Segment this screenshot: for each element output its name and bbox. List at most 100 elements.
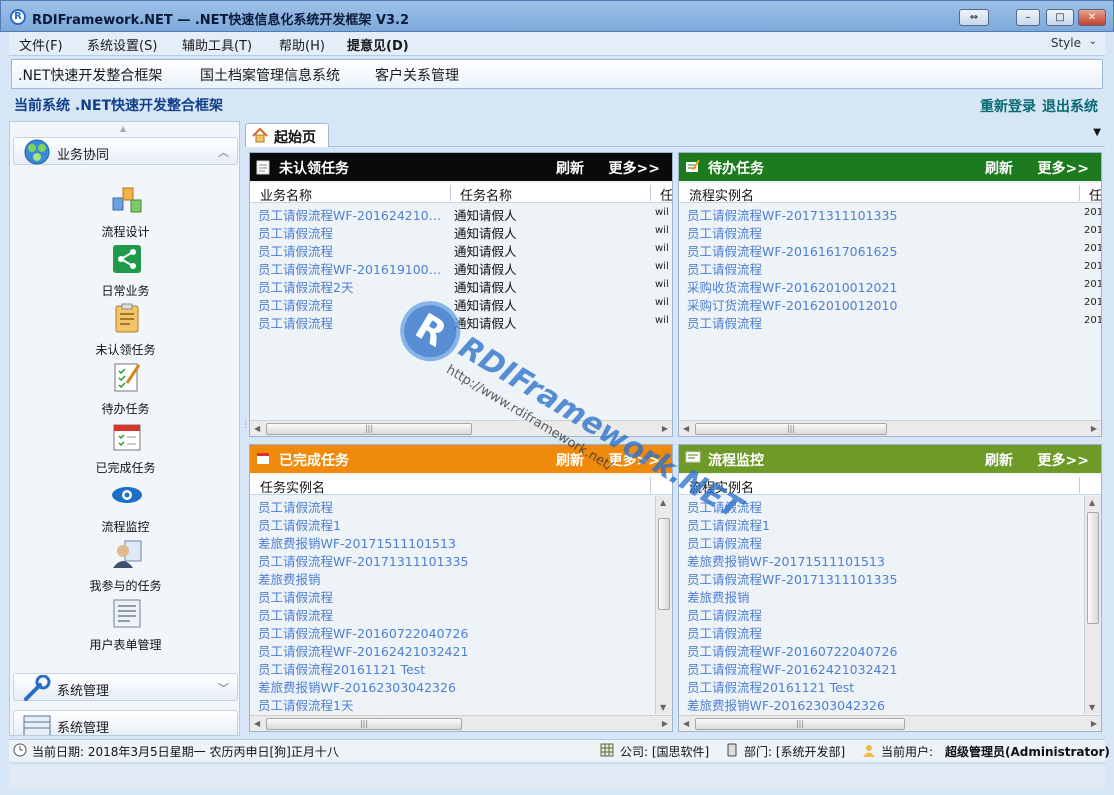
more-link[interactable]: 更多>> — [1038, 450, 1089, 470]
sidebar-item-todo-tasks[interactable]: 待办任务 — [13, 361, 238, 420]
sidebar-item-process-monitor[interactable]: 流程监控 — [13, 479, 238, 538]
table-row[interactable]: 员工请假流程 — [250, 496, 672, 515]
table-row[interactable]: 员工请假流程 — [679, 622, 1101, 641]
table-row[interactable]: 员工请假流程 201 — [679, 258, 1101, 277]
system-item-crm[interactable]: 客户关系管理 — [375, 65, 459, 85]
table-row[interactable]: 员工请假流程 通知请假人 wil — [250, 312, 672, 332]
horizontal-scrollbar[interactable]: ◀ ||| ▶ — [679, 420, 1101, 436]
sidebar-group-collaboration[interactable]: 业务协同 ︿ — [13, 137, 238, 165]
table-row[interactable]: 员工请假流程WF-20162421032421 — [679, 658, 1101, 677]
table-row[interactable]: 差旅费报销WF-20171511101513 — [679, 550, 1101, 569]
tab-list-dropdown-icon[interactable]: ▼ — [1093, 127, 1101, 138]
horizontal-scrollbar[interactable]: ◀ ||| ▶ — [250, 420, 672, 436]
table-row[interactable]: 员工请假流程 — [250, 586, 672, 605]
table-row[interactable]: 员工请假流程1 — [250, 514, 672, 533]
menu-tools[interactable]: 辅助工具(T) — [182, 35, 252, 54]
sidebar-group-system-management-2[interactable]: 系统管理 — [13, 710, 238, 735]
row-instance-name[interactable]: 员工请假流程 — [687, 313, 1077, 332]
menu-file[interactable]: 文件(F) — [19, 35, 63, 54]
home-icon — [252, 127, 268, 147]
column-header[interactable]: 任务实例名 — [260, 477, 325, 496]
table-row[interactable]: 员工请假流程1天 — [250, 694, 672, 714]
table-row[interactable]: 差旅费报销WF-20162303042326 — [250, 676, 672, 695]
refresh-button[interactable]: 刷新 — [985, 450, 1013, 470]
table-row[interactable]: 采购订货流程WF-20162010012010 201 — [679, 294, 1101, 313]
sidebar-item-daily-business[interactable]: 日常业务 — [13, 243, 238, 302]
restore-layout-button[interactable]: ⇔ — [959, 9, 989, 26]
more-link[interactable]: 更多>> — [609, 450, 660, 470]
menu-help[interactable]: 帮助(H) — [279, 35, 325, 54]
table-row[interactable]: 差旅费报销WF-20171511101513 — [250, 532, 672, 551]
refresh-button[interactable]: 刷新 — [556, 450, 584, 470]
table-row[interactable]: 员工请假流程 通知请假人 wil — [250, 240, 672, 259]
refresh-button[interactable]: 刷新 — [556, 158, 584, 178]
menu-system-settings[interactable]: 系统设置(S) — [87, 35, 157, 54]
sidebar-item-workflow-design[interactable]: 流程设计 — [13, 184, 238, 243]
table-row[interactable]: 员工请假流程WF-20162421032421 — [250, 640, 672, 659]
table-row[interactable]: 员工请假流程 通知请假人 wil — [250, 222, 672, 241]
table-row[interactable]: 员工请假流程 201 — [679, 312, 1101, 332]
sidebar-item-unclaimed-tasks[interactable]: 未认领任务 — [13, 302, 238, 361]
column-header[interactable]: 业务名称 — [260, 185, 312, 204]
table-body: 员工请假流程 员工请假流程1 员工请假流程 差旅费报销WF-2017151110151… — [679, 496, 1101, 714]
row-instance-name[interactable]: 员工请假流程1天 — [258, 695, 648, 714]
horizontal-scrollbar[interactable]: ◀ ||| ▶ — [679, 715, 1101, 731]
column-header[interactable]: 流程实例名 — [689, 185, 754, 204]
table-row[interactable]: 员工请假流程 — [679, 532, 1101, 551]
table-row[interactable]: 采购收货流程WF-20162010012021 201 — [679, 276, 1101, 295]
tab-home[interactable]: 起始页 — [245, 123, 329, 147]
table-row[interactable]: 员工请假流程 201 — [679, 222, 1101, 241]
row-instance-name[interactable]: 差旅费报销WF-20162303042326 — [687, 695, 1077, 714]
logout-link[interactable]: 退出系统 — [1042, 99, 1098, 115]
sidebar-item-my-participated-tasks[interactable]: 我参与的任务 — [13, 538, 238, 597]
table-row[interactable]: 员工请假流程WF-20171311101335 — [679, 568, 1101, 587]
table-row[interactable]: 差旅费报销WF-20162303042326 — [679, 694, 1101, 714]
sidebar-group-system-management[interactable]: 系统管理 ﹀ — [13, 673, 238, 701]
building-icon — [600, 743, 614, 760]
table-row[interactable]: 员工请假流程2天 通知请假人 wil — [250, 276, 672, 295]
sidebar-scroll-up-icon[interactable]: ▲ — [120, 124, 126, 133]
vertical-scrollbar[interactable]: ▲ ▼ — [655, 496, 672, 714]
relogin-link[interactable]: 重新登录 — [980, 99, 1036, 115]
menu-feedback[interactable]: 提意见(D) — [347, 35, 409, 54]
maximize-button[interactable]: □ — [1046, 9, 1074, 26]
table-row[interactable]: 员工请假流程WF-20160722040726 — [250, 622, 672, 641]
column-header[interactable]: 任务名称 — [460, 185, 512, 204]
column-header[interactable]: 流程实例名 — [689, 477, 754, 496]
sidebar-splitter-handle[interactable]: ⋮ — [241, 420, 250, 430]
refresh-button[interactable]: 刷新 — [985, 158, 1013, 178]
close-button[interactable]: ✕ — [1078, 9, 1106, 26]
column-header[interactable]: 任 — [660, 185, 672, 204]
vertical-scrollbar[interactable]: ▲ ▼ — [1084, 496, 1101, 714]
sidebar-item-user-form-management[interactable]: 用户表单管理 — [13, 597, 238, 656]
table-row[interactable]: 员工请假流程 — [679, 604, 1101, 623]
table-row[interactable]: 员工请假流程20161121 Test — [250, 658, 672, 677]
sidebar-item-label: 流程监控 — [101, 520, 150, 534]
column-header[interactable]: 任 — [1089, 185, 1101, 204]
chevron-down-icon[interactable]: ⌄ — [1089, 36, 1097, 47]
table-row[interactable]: 员工请假流程 通知请假人 wil — [250, 294, 672, 313]
table-row[interactable]: 员工请假流程WF-20171311101335 201 — [679, 204, 1101, 223]
table-row[interactable]: 员工请假流程WF-20161617061625 201 — [679, 240, 1101, 259]
minimize-button[interactable]: – — [1016, 9, 1040, 26]
sidebar-item-completed-tasks[interactable]: 已完成任务 — [13, 420, 238, 479]
table-row[interactable]: 员工请假流程WF-20171311101335 — [250, 550, 672, 569]
system-item-land-archive[interactable]: 国土档案管理信息系统 — [200, 65, 340, 85]
table-row[interactable]: 员工请假流程WF-20160722040726 — [679, 640, 1101, 659]
table-row[interactable]: 员工请假流程1 — [679, 514, 1101, 533]
horizontal-scrollbar[interactable]: ◀ ||| ▶ — [250, 715, 672, 731]
table-row[interactable]: 差旅费报销 — [679, 586, 1101, 605]
row-business-name[interactable]: 员工请假流程 — [258, 313, 448, 332]
table-row[interactable]: 差旅费报销 — [250, 568, 672, 587]
panel-header: 流程监控 刷新 更多>> — [679, 445, 1101, 473]
table-row[interactable]: 员工请假流程 — [679, 496, 1101, 515]
more-link[interactable]: 更多>> — [609, 158, 660, 178]
table-row[interactable]: 员工请假流程20161121 Test — [679, 676, 1101, 695]
style-dropdown[interactable]: Style — [1051, 36, 1081, 50]
more-link[interactable]: 更多>> — [1038, 158, 1089, 178]
table-row[interactable]: 员工请假流程 — [250, 604, 672, 623]
table-row[interactable]: 员工请假流程WF-201619100… 通知请假人 wil — [250, 258, 672, 277]
row-assignee: wil — [655, 207, 669, 218]
table-row[interactable]: 员工请假流程WF-201624210… 通知请假人 wil — [250, 204, 672, 223]
system-item-dotnet[interactable]: .NET快速开发整合框架 — [18, 65, 162, 85]
